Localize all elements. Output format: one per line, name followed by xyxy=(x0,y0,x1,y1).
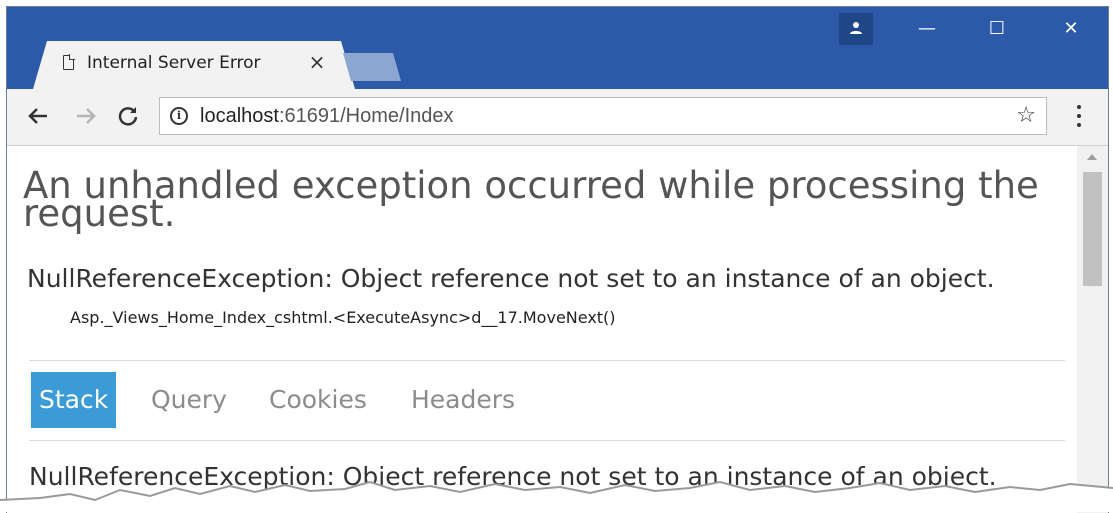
back-arrow-icon xyxy=(28,108,47,124)
url-path: :61691/Home/Index xyxy=(278,105,454,127)
torn-edge xyxy=(0,480,1113,512)
title-bar: Internal Server Error × — ☐ ✕ xyxy=(7,7,1108,89)
address-bar[interactable]: i localhost:61691/Home/Index ☆ xyxy=(159,97,1047,135)
maximize-button[interactable]: ☐ xyxy=(975,13,1019,45)
scroll-thumb[interactable] xyxy=(1083,172,1102,286)
profile-button[interactable] xyxy=(839,13,873,45)
forward-button[interactable] xyxy=(71,101,101,131)
reload-button[interactable] xyxy=(113,101,143,131)
divider xyxy=(29,440,1065,441)
reload-icon xyxy=(118,107,138,126)
close-window-button[interactable]: ✕ xyxy=(1049,13,1093,45)
forward-arrow-icon xyxy=(77,108,96,124)
url-text[interactable]: localhost:61691/Home/Index xyxy=(200,105,454,128)
browser-tab[interactable]: Internal Server Error × xyxy=(33,41,355,89)
page-content: An unhandled exception occurred while pr… xyxy=(7,146,1077,513)
kebab-menu-icon[interactable] xyxy=(1069,103,1089,131)
document-icon xyxy=(63,54,75,70)
vertical-scrollbar[interactable] xyxy=(1077,146,1108,513)
tab-cookies[interactable]: Cookies xyxy=(261,372,375,428)
browser-window: Internal Server Error × — ☐ ✕ i localhos… xyxy=(6,6,1109,513)
tab-stack[interactable]: Stack xyxy=(31,372,117,428)
divider xyxy=(29,360,1065,361)
exception-location: Asp._Views_Home_Index_cshtml.<ExecuteAsy… xyxy=(70,308,616,327)
scroll-up-arrow-icon[interactable] xyxy=(1087,154,1097,160)
exception-title: NullReferenceException: Object reference… xyxy=(27,264,995,293)
tab-title: Internal Server Error xyxy=(87,53,261,73)
page-heading: An unhandled exception occurred while pr… xyxy=(23,164,1039,235)
url-host: localhost xyxy=(200,105,279,127)
person-icon xyxy=(850,22,862,34)
toolbar: i localhost:61691/Home/Index ☆ xyxy=(7,89,1108,146)
tab-headers[interactable]: Headers xyxy=(403,372,523,428)
new-tab-button[interactable] xyxy=(343,53,401,81)
info-icon[interactable]: i xyxy=(170,107,188,125)
tab-close-icon[interactable]: × xyxy=(305,50,329,74)
minimize-button[interactable]: — xyxy=(905,13,949,45)
bookmark-star-icon[interactable]: ☆ xyxy=(1016,103,1036,128)
back-button[interactable] xyxy=(23,101,53,131)
tab-query[interactable]: Query xyxy=(143,372,235,428)
